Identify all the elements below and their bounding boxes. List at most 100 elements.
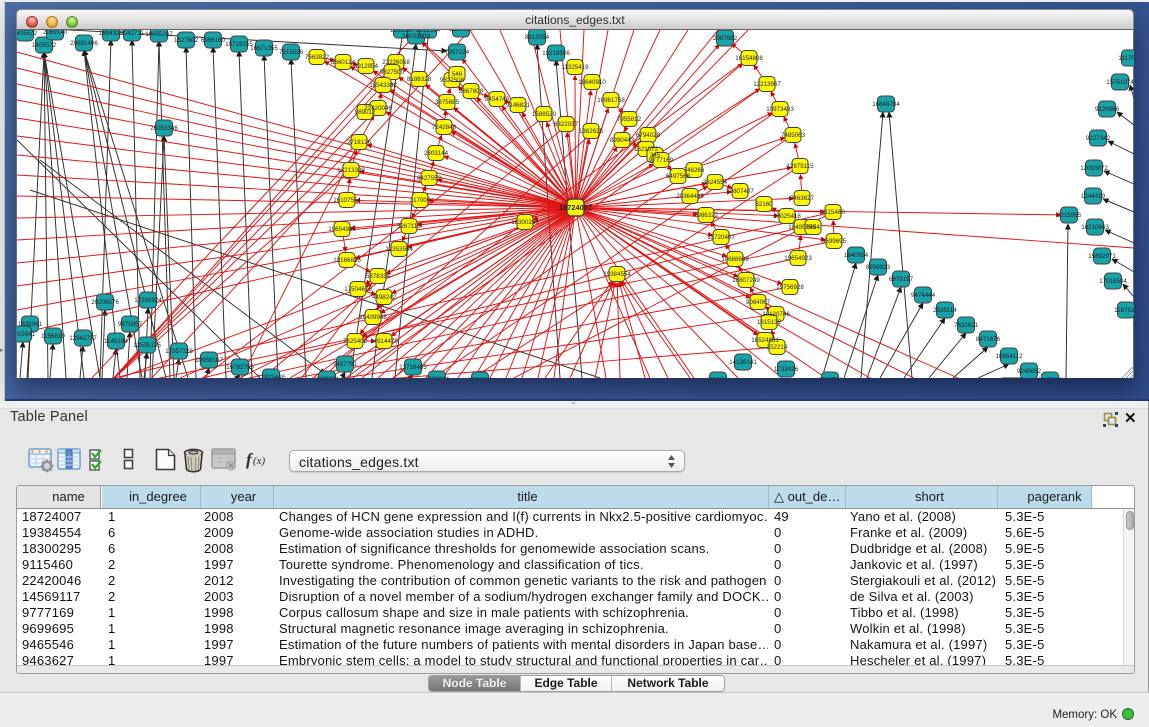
svg-text:7485063: 7485063 bbox=[781, 132, 806, 139]
svg-text:2087682: 2087682 bbox=[713, 35, 738, 42]
svg-text:6497568: 6497568 bbox=[666, 173, 691, 180]
svg-text:2069140: 2069140 bbox=[43, 30, 68, 36]
svg-text:989012: 989012 bbox=[355, 109, 376, 116]
svg-text:6454: 6454 bbox=[806, 224, 820, 231]
svg-text:1615132: 1615132 bbox=[757, 319, 782, 326]
svg-text:1405572: 1405572 bbox=[32, 42, 57, 49]
svg-text:16033809: 16033809 bbox=[402, 33, 430, 40]
svg-text:8131054: 8131054 bbox=[449, 30, 474, 33]
svg-text:9445212: 9445212 bbox=[1038, 377, 1063, 378]
svg-text:15751074: 15751074 bbox=[1106, 79, 1134, 86]
svg-text:9777169: 9777169 bbox=[649, 157, 674, 164]
svg-text:9975857: 9975857 bbox=[118, 321, 143, 328]
svg-text:16648784: 16648784 bbox=[872, 101, 900, 108]
svg-text:8958923: 8958923 bbox=[866, 264, 891, 271]
svg-text:7663822: 7663822 bbox=[305, 54, 330, 61]
svg-text:9571182: 9571182 bbox=[468, 377, 492, 378]
svg-text:16210643: 16210643 bbox=[1081, 224, 1109, 231]
svg-text:3915941: 3915941 bbox=[17, 331, 36, 338]
svg-text:9146821: 9146821 bbox=[506, 102, 531, 109]
svg-text:10655267: 10655267 bbox=[145, 31, 173, 38]
svg-text:9227342: 9227342 bbox=[1086, 135, 1111, 142]
svg-text:6966160: 6966160 bbox=[201, 37, 226, 44]
svg-text:1244419: 1244419 bbox=[1081, 193, 1106, 200]
svg-text:10973493: 10973493 bbox=[766, 106, 794, 113]
svg-text:12213389: 12213389 bbox=[337, 167, 365, 174]
svg-text:9129966: 9129966 bbox=[1095, 106, 1120, 113]
svg-text:15720407: 15720407 bbox=[707, 234, 735, 241]
svg-text:1156819: 1156819 bbox=[41, 333, 65, 340]
svg-text:2935114: 2935114 bbox=[933, 307, 957, 314]
svg-text:9463627: 9463627 bbox=[790, 195, 815, 202]
svg-text:12942737: 12942737 bbox=[69, 335, 97, 342]
svg-text:14136141: 14136141 bbox=[729, 359, 757, 366]
svg-text:10654112: 10654112 bbox=[995, 353, 1023, 360]
svg-text:9474444: 9474444 bbox=[911, 292, 936, 299]
svg-text:1145194: 1145194 bbox=[104, 338, 128, 345]
svg-text:252214: 252214 bbox=[767, 344, 788, 351]
svg-text:9245652: 9245652 bbox=[1017, 368, 1042, 375]
svg-text:(x): (x) bbox=[253, 455, 266, 467]
svg-text:1527602: 1527602 bbox=[174, 37, 199, 44]
svg-text:1588520: 1588520 bbox=[532, 111, 557, 118]
svg-text:17359924: 17359924 bbox=[134, 297, 162, 304]
svg-text:13716485: 13716485 bbox=[399, 364, 427, 371]
svg-text:16543382: 16543382 bbox=[369, 82, 397, 89]
svg-text:16154808: 16154808 bbox=[735, 55, 763, 62]
svg-text:12093872: 12093872 bbox=[1080, 165, 1108, 172]
svg-text:2867608: 2867608 bbox=[459, 88, 484, 95]
svg-text:9699695: 9699695 bbox=[822, 238, 847, 245]
svg-text:16671355: 16671355 bbox=[250, 45, 278, 52]
svg-text:1092344: 1092344 bbox=[706, 377, 731, 378]
svg-text:20206576: 20206576 bbox=[91, 299, 119, 306]
svg-text:8912954: 8912954 bbox=[354, 63, 379, 70]
svg-text:7632621: 7632621 bbox=[954, 322, 979, 329]
svg-text:10025418: 10025418 bbox=[773, 213, 801, 220]
svg-text:12975115: 12975115 bbox=[786, 163, 814, 170]
svg-text:19756928: 19756928 bbox=[776, 284, 804, 291]
svg-text:8471676: 8471676 bbox=[976, 336, 1001, 343]
svg-text:3875685: 3875685 bbox=[435, 99, 460, 106]
svg-text:12353594: 12353594 bbox=[385, 246, 413, 253]
svg-text:12505135: 12505135 bbox=[133, 342, 161, 349]
svg-text:10688609: 10688609 bbox=[721, 256, 749, 263]
svg-text:9327508: 9327508 bbox=[440, 77, 465, 84]
svg-text:7955812: 7955812 bbox=[617, 116, 642, 123]
svg-text:18300295: 18300295 bbox=[511, 219, 539, 226]
svg-text:16107554: 16107554 bbox=[333, 197, 361, 204]
svg-text:9827500: 9827500 bbox=[380, 69, 405, 76]
svg-text:19654923: 19654923 bbox=[784, 255, 812, 262]
svg-text:1733426: 1733426 bbox=[774, 366, 799, 373]
svg-text:8990443: 8990443 bbox=[610, 137, 635, 144]
svg-text:16524851: 16524851 bbox=[751, 337, 779, 344]
svg-text:8813054: 8813054 bbox=[525, 34, 550, 41]
svg-text:18640910: 18640910 bbox=[578, 79, 606, 86]
svg-text:9115460: 9115460 bbox=[821, 209, 845, 216]
svg-text:20364436: 20364436 bbox=[676, 193, 704, 200]
svg-text:8660124: 8660124 bbox=[331, 59, 356, 66]
svg-text:1835061: 1835061 bbox=[18, 321, 43, 328]
svg-text:1292344: 1292344 bbox=[425, 376, 450, 378]
svg-text:10807487: 10807487 bbox=[726, 188, 754, 195]
svg-text:62160: 62160 bbox=[755, 201, 773, 208]
svg-text:2803144: 2803144 bbox=[424, 150, 449, 157]
svg-text:11325419: 11325419 bbox=[561, 64, 589, 71]
svg-text:1362625: 1362625 bbox=[579, 128, 604, 135]
svg-text:6794028: 6794028 bbox=[636, 132, 661, 139]
svg-text:19384554: 19384554 bbox=[603, 271, 631, 278]
svg-text:7357224: 7357224 bbox=[445, 49, 470, 56]
svg-text:9084067: 9084067 bbox=[746, 299, 771, 306]
svg-text:10719155: 10719155 bbox=[225, 41, 253, 48]
svg-text:9242711: 9242711 bbox=[120, 30, 144, 37]
svg-text:20691406: 20691406 bbox=[70, 40, 98, 47]
svg-text:7242848: 7242848 bbox=[432, 124, 457, 131]
svg-text:19218506: 19218506 bbox=[542, 50, 570, 57]
svg-text:8794501: 8794501 bbox=[818, 377, 843, 378]
svg-text:8215955: 8215955 bbox=[1057, 212, 1082, 219]
svg-text:8186328: 8186328 bbox=[407, 76, 432, 83]
svg-text:10120746: 10120746 bbox=[762, 311, 790, 318]
svg-text:12923448: 12923448 bbox=[257, 374, 285, 378]
svg-text:17957225: 17957225 bbox=[165, 348, 193, 355]
svg-text:7515526: 7515526 bbox=[279, 49, 304, 56]
svg-text:546: 546 bbox=[452, 71, 463, 78]
